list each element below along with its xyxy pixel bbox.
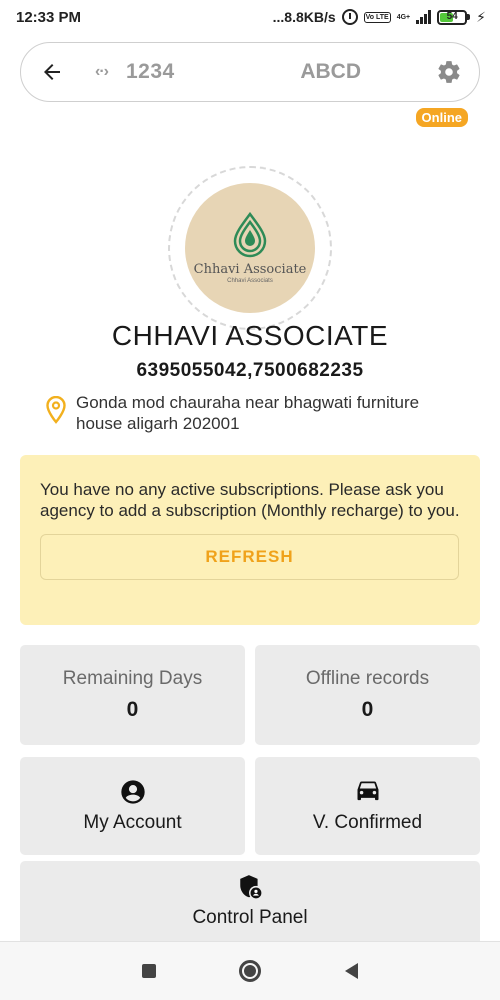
company-phone: 6395055042,7500682235 <box>136 360 364 381</box>
remaining-days-value: 0 <box>126 698 139 721</box>
company-name: CHHAVI ASSOCIATE <box>111 320 389 351</box>
battery-level: 54 <box>446 10 458 22</box>
account-circle-icon <box>119 778 147 806</box>
code-icon: ‹·› <box>95 63 109 80</box>
my-account-button[interactable]: My Account <box>20 757 245 855</box>
refresh-button[interactable]: REFRESH <box>40 534 459 580</box>
shield-user-icon <box>236 873 264 901</box>
alarm-icon <box>341 9 358 25</box>
network-type: 4G+ <box>396 13 411 21</box>
address-text: Gonda mod chauraha near bhagwati furnitu… <box>76 393 420 433</box>
battery-icon: 54 <box>437 9 471 25</box>
remaining-days-tile: Remaining Days 0 <box>20 645 245 745</box>
charging-icon: ⚡ <box>476 8 486 25</box>
signal-icon <box>416 10 432 24</box>
company-logo: Chhavi Associate Chhavi Associats <box>168 166 332 330</box>
notice-message: You have no any active subscriptions. Pl… <box>40 480 460 520</box>
network-speed: ...8.8KB/s <box>272 9 336 25</box>
top-bar: ‹·› 1234 ABCD <box>20 42 480 102</box>
home-icon[interactable] <box>239 960 262 982</box>
v-confirmed-button[interactable]: V. Confirmed <box>255 757 480 855</box>
car-icon <box>354 778 382 806</box>
top-code: 1234 <box>125 60 175 83</box>
status-bar: 12:33 PM ...8.8KB/s Vo LTE 4G+ 54 ⚡ <box>0 0 500 34</box>
system-nav-bar <box>0 941 500 1000</box>
offline-records-value: 0 <box>361 698 374 721</box>
logo-title: Chhavi Associate <box>193 262 307 277</box>
top-name: ABCD <box>300 60 361 83</box>
status-indicators: ...8.8KB/s Vo LTE 4G+ 54 ⚡ <box>273 9 486 26</box>
location-pin-icon <box>46 396 66 424</box>
offline-records-tile[interactable]: Offline records 0 <box>255 645 480 745</box>
subscription-notice: You have no any active subscriptions. Pl… <box>20 455 480 625</box>
control-panel-label: Control Panel <box>192 907 308 928</box>
back-arrow-icon[interactable] <box>39 59 65 85</box>
status-time: 12:33 PM <box>16 8 82 26</box>
v-confirmed-label: V. Confirmed <box>312 812 423 833</box>
gear-icon[interactable] <box>435 58 463 86</box>
control-panel-button[interactable]: Control Panel <box>20 861 480 941</box>
remaining-days-label: Remaining Days <box>62 668 203 689</box>
volte-icon: Vo LTE <box>363 11 391 23</box>
company-address: Gonda mod chauraha near bhagwati furnitu… <box>46 392 466 434</box>
nav-back-icon[interactable] <box>345 963 359 979</box>
logo-subtitle: Chhavi Associats <box>227 278 273 284</box>
my-account-label: My Account <box>83 812 182 833</box>
offline-records-label: Offline records <box>305 668 430 689</box>
leaf-drop-icon <box>233 212 267 258</box>
recent-apps-icon[interactable] <box>141 964 156 978</box>
logo-image: Chhavi Associate Chhavi Associats <box>185 183 315 313</box>
online-status-badge: Online <box>415 108 468 127</box>
